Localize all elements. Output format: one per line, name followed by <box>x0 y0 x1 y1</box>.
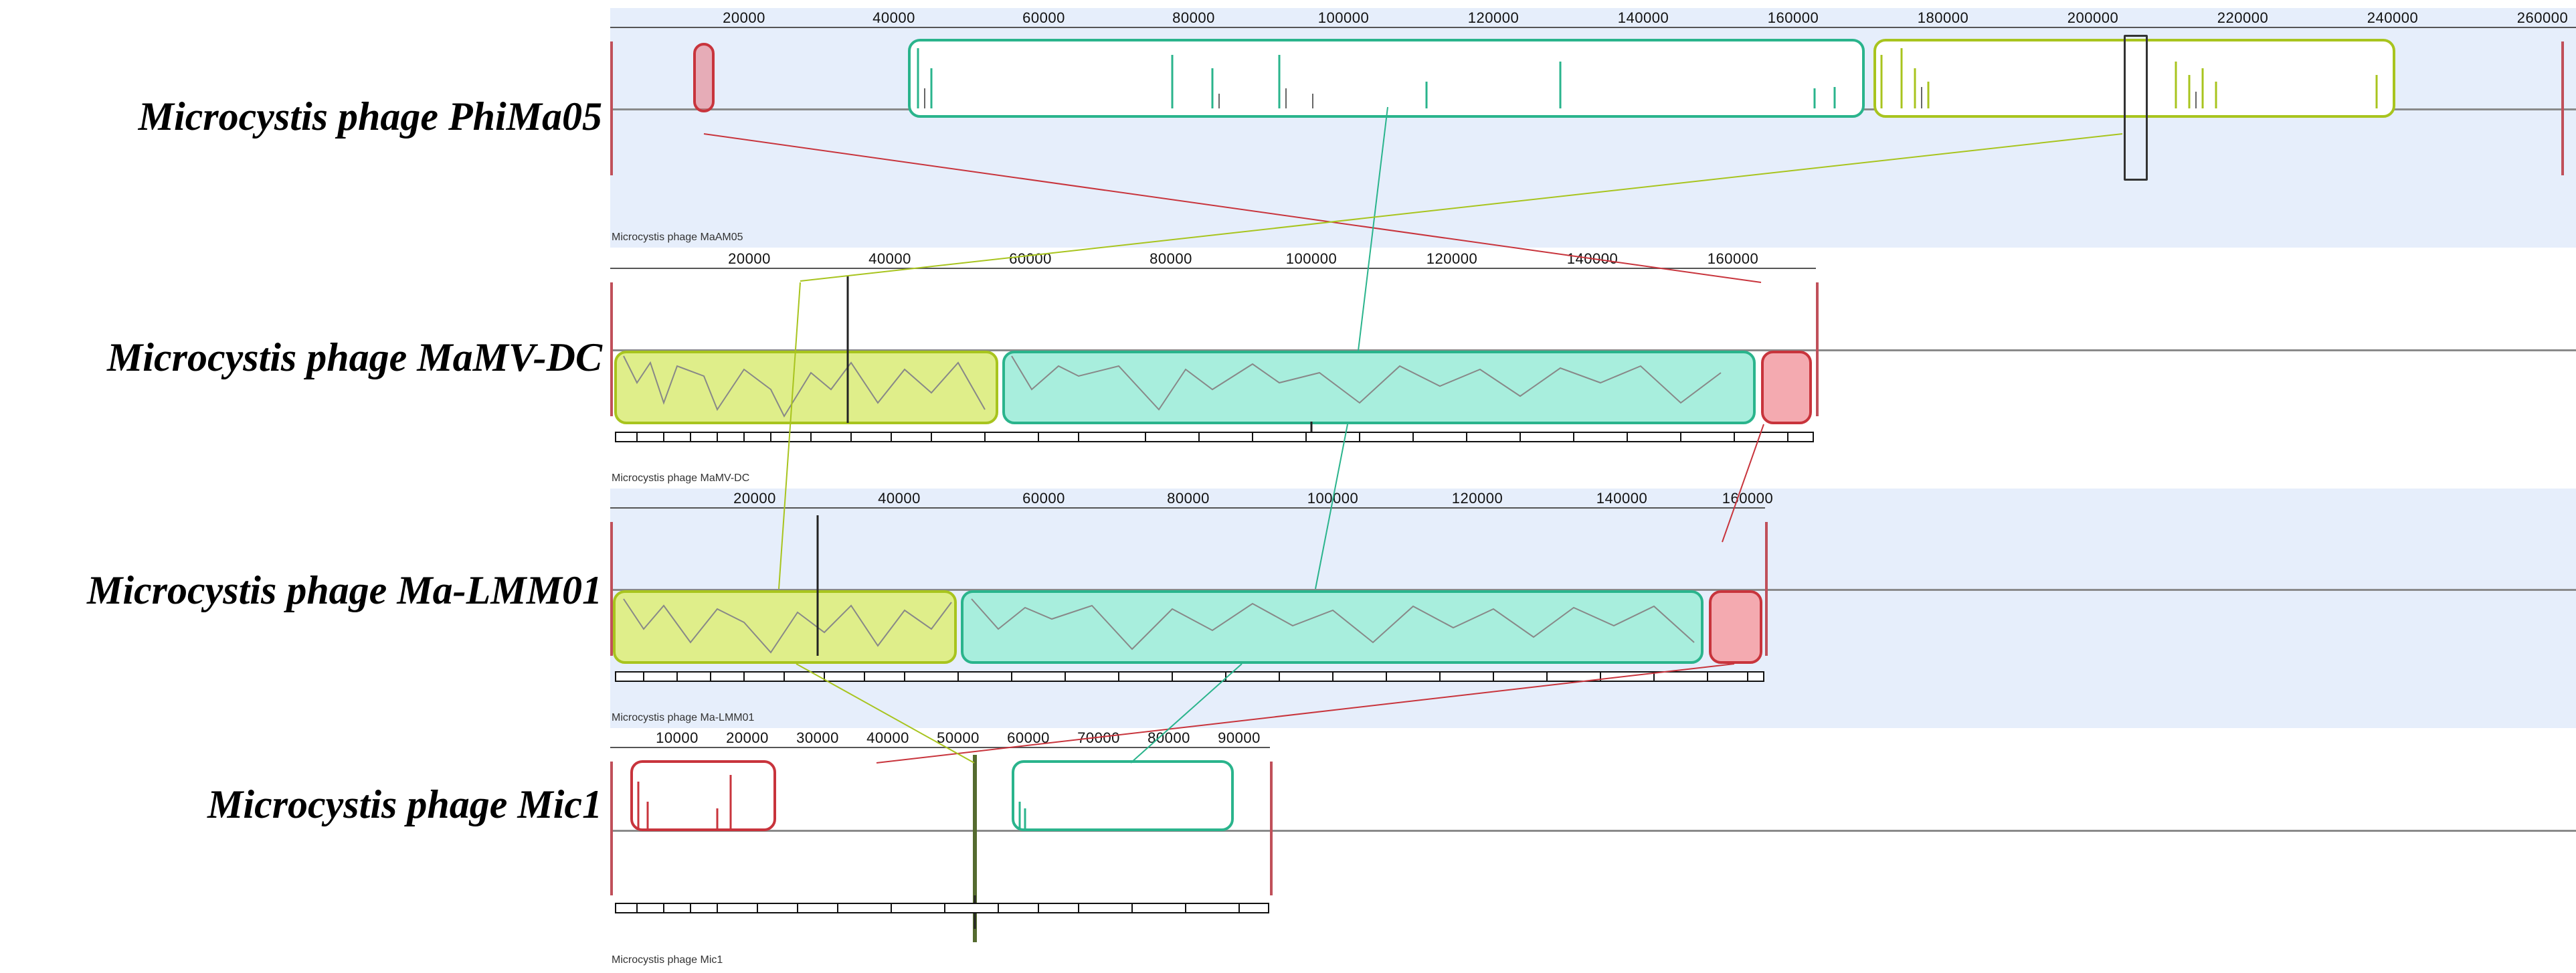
gene-annotation-row <box>615 432 1814 442</box>
similarity-profile-mamvdc <box>623 276 1722 435</box>
track-name-phima05: Microcystis phage MaAM05 <box>612 232 743 243</box>
genome-label-mamvdc: Microcystis phage MaMV-DC <box>106 335 602 379</box>
genome-label-phima05: Microcystis phage PhiMa05 <box>138 94 602 139</box>
track-name-mamvdc: Microcystis phage MaMV-DC <box>612 472 750 484</box>
genome-panel-mic1: 10000 20000 30000 40000 50000 60000 7000… <box>610 728 2576 973</box>
genome-panel-malmm01: 20000 40000 60000 80000 100000 120000 14… <box>610 489 2576 728</box>
gene-annotation-row <box>615 671 1764 682</box>
genome-label-mic1: Microcystis phage Mic1 <box>207 782 602 826</box>
genome-panel-phima05: 20000 40000 60000 80000 100000 120000 14… <box>610 8 2576 248</box>
genome-label-malmm01: Microcystis phage Ma-LMM01 <box>87 568 602 612</box>
genome-panel-mamvdc: 20000 40000 60000 80000 100000 120000 14… <box>610 249 2576 489</box>
similarity-profile-mic1 <box>615 755 1269 942</box>
track-name-mic1: Microcystis phage Mic1 <box>612 954 723 966</box>
similarity-profile-phima05 <box>917 48 2378 108</box>
track-name-malmm01: Microcystis phage Ma-LMM01 <box>612 712 755 723</box>
similarity-profile-malmm01 <box>623 515 1695 656</box>
